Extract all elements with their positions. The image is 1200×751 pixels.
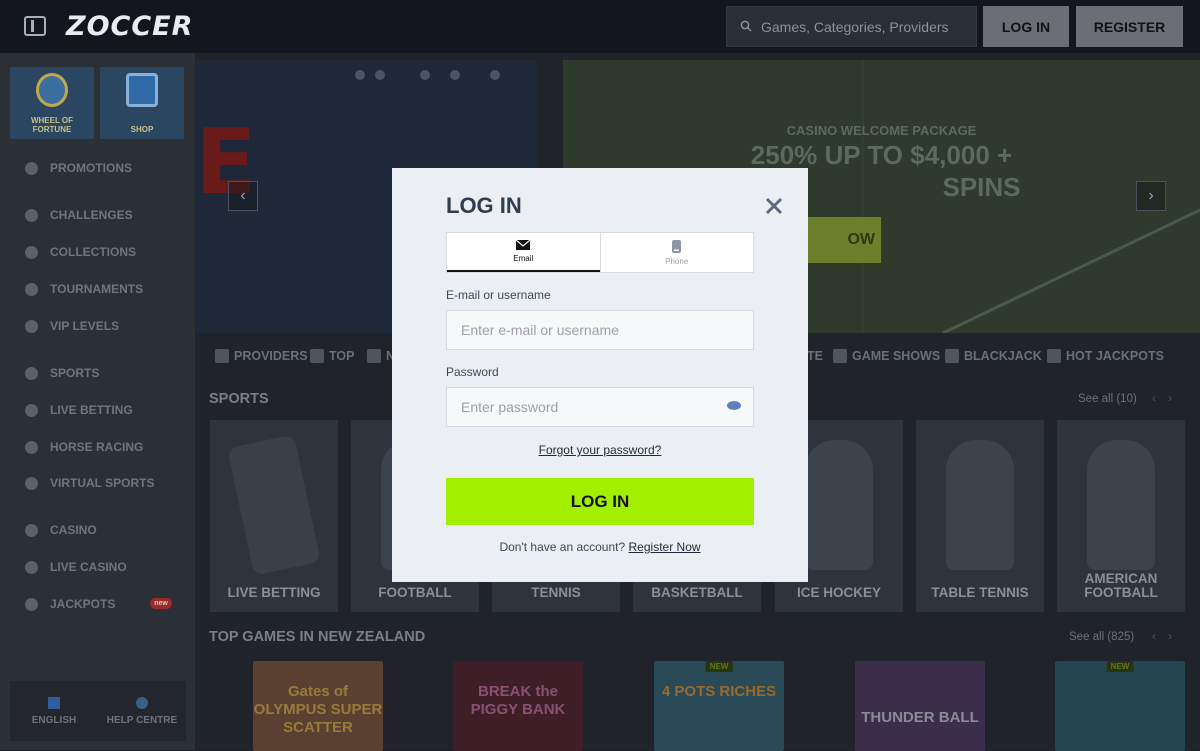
close-icon[interactable] <box>764 196 784 216</box>
login-modal: LOG IN Email Phone E-mail or username Pa… <box>392 168 808 582</box>
envelope-icon <box>516 240 531 250</box>
forgot-password-link[interactable]: Forgot your password? <box>392 443 808 457</box>
email-field[interactable] <box>446 310 754 350</box>
tab-phone[interactable]: Phone <box>599 233 754 272</box>
email-label: E-mail or username <box>446 288 551 302</box>
register-prompt: Don't have an account? Register Now <box>499 540 701 554</box>
login-method-tabs: Email Phone <box>446 232 754 273</box>
phone-icon <box>672 239 682 253</box>
register-now-link[interactable]: Register Now <box>629 540 701 554</box>
password-label: Password <box>446 365 499 379</box>
password-field[interactable] <box>446 387 754 427</box>
tab-email[interactable]: Email <box>447 233 600 272</box>
show-password-icon[interactable] <box>727 401 741 410</box>
login-submit-button[interactable]: LOG IN <box>446 478 754 525</box>
modal-title: LOG IN <box>446 193 522 218</box>
